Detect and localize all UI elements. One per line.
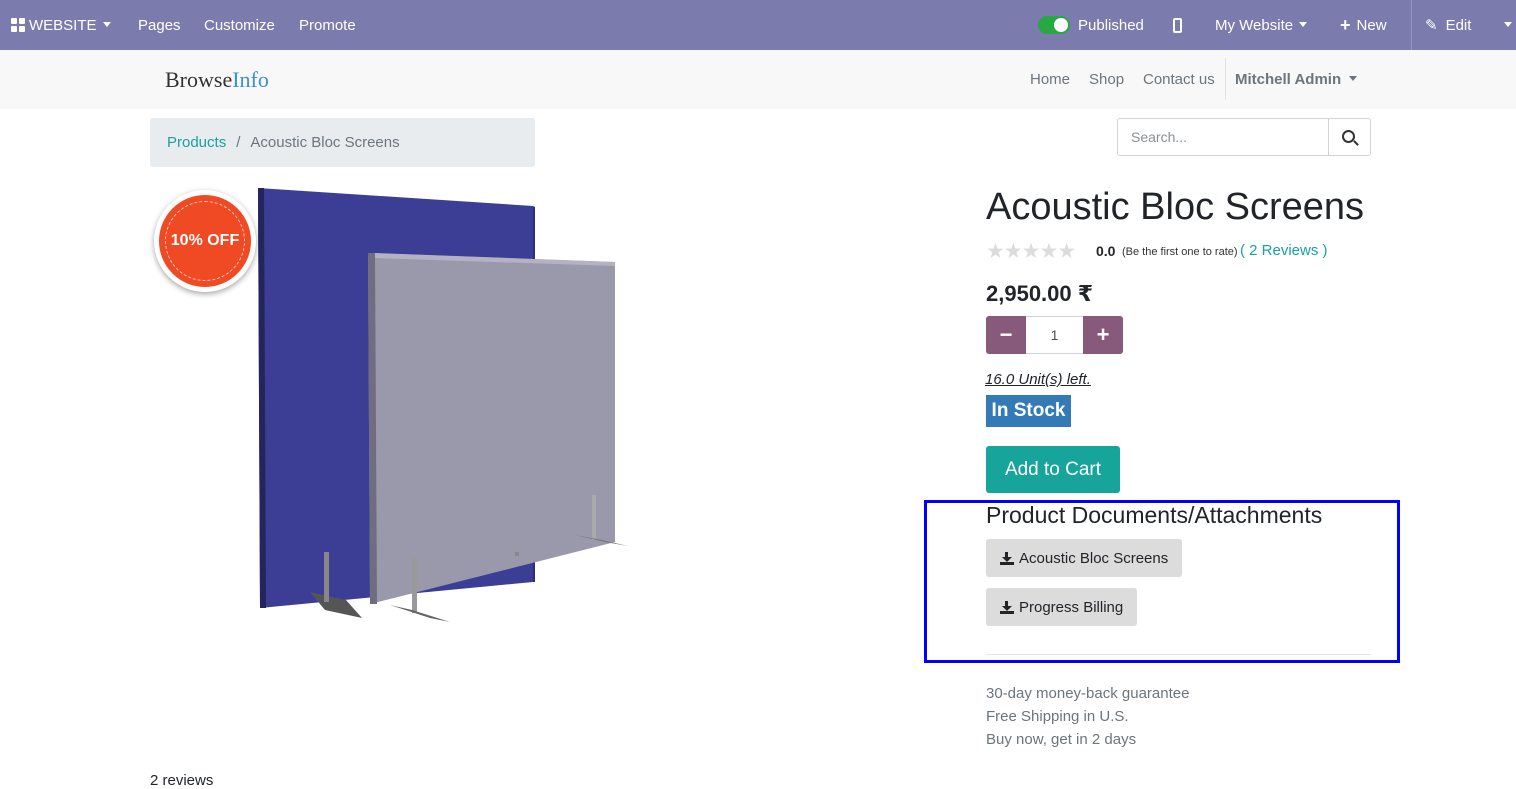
chevron-down-icon — [1299, 21, 1308, 27]
download-icon — [1000, 600, 1014, 614]
customize-menu[interactable]: Customize — [204, 0, 275, 50]
pages-menu[interactable]: Pages — [138, 0, 181, 50]
stock-status-badge: In Stock — [986, 395, 1071, 427]
published-toggle[interactable]: Published — [1038, 0, 1144, 50]
pencil-icon: ✎ — [1425, 17, 1438, 34]
my-website-label: My Website — [1215, 16, 1294, 34]
reviews-count: 2 reviews — [150, 772, 214, 789]
nav-shop[interactable]: Shop — [1089, 71, 1124, 88]
quantity-stepper: − + — [986, 316, 1123, 354]
admin-bar: WEBSITE Pages Customize Promote Publishe… — [0, 0, 1516, 50]
document-label: Acoustic Bloc Screens — [1019, 549, 1169, 567]
document-download-button[interactable]: Progress Billing — [986, 588, 1138, 626]
product-search — [1117, 118, 1371, 156]
new-label: New — [1356, 16, 1387, 34]
quantity-input[interactable] — [1026, 316, 1083, 354]
product-price: 2,950.00 ₹ — [986, 281, 1094, 306]
rating-stars-icon[interactable]: ★★★★★ — [986, 239, 1076, 264]
breadcrumb-products-link[interactable]: Products — [167, 134, 226, 151]
promote-menu[interactable]: Promote — [299, 0, 356, 50]
chevron-down-icon — [1504, 21, 1512, 27]
perk-item: Buy now, get in 2 days — [986, 731, 1137, 748]
document-label: Progress Billing — [1019, 598, 1124, 616]
website-menu-label: WEBSITE — [29, 16, 97, 34]
site-header: BrowseInfo Home Shop Contact us Mitchell… — [0, 50, 1516, 109]
decrease-quantity-button[interactable]: − — [986, 316, 1026, 354]
search-button[interactable] — [1328, 119, 1370, 155]
download-icon — [1000, 551, 1014, 565]
product-title: Acoustic Bloc Screens — [986, 186, 1365, 228]
nav-contact-us[interactable]: Contact us — [1143, 71, 1215, 88]
search-input[interactable] — [1118, 119, 1329, 155]
reviews-link[interactable]: ( 2 Reviews ) — [1240, 242, 1328, 259]
divider — [1225, 58, 1226, 100]
mobile-phone-icon — [1173, 17, 1182, 33]
nav-home[interactable]: Home — [1030, 71, 1070, 88]
logo-text-info: Info — [232, 67, 269, 92]
logo-text-browse: Browse — [165, 67, 233, 92]
plus-icon: + — [1340, 14, 1351, 35]
site-logo[interactable]: BrowseInfo — [165, 67, 269, 93]
user-menu[interactable]: Mitchell Admin — [1235, 71, 1358, 88]
published-label: Published — [1078, 16, 1144, 34]
website-menu[interactable]: WEBSITE — [11, 0, 111, 50]
minus-icon: − — [999, 322, 1013, 347]
plus-icon: + — [1096, 322, 1110, 347]
user-name: Mitchell Admin — [1235, 71, 1342, 88]
apps-grid-icon — [11, 18, 25, 32]
search-icon — [1342, 129, 1356, 143]
chevron-down-icon — [1349, 76, 1358, 81]
add-to-cart-button[interactable]: Add to Cart — [986, 446, 1120, 493]
perk-item: Free Shipping in U.S. — [986, 708, 1129, 725]
discount-badge-label: 10% OFF — [159, 195, 251, 287]
perk-item: 30-day money-back guarantee — [986, 685, 1190, 702]
new-button[interactable]: + New — [1340, 0, 1387, 50]
document-download-button[interactable]: Acoustic Bloc Screens — [986, 539, 1183, 577]
rating-value: 0.0 — [1096, 243, 1116, 259]
edit-button[interactable]: ✎ Edit — [1425, 0, 1471, 50]
divider — [986, 654, 1371, 655]
toggle-switch-icon — [1038, 16, 1070, 34]
my-website-menu[interactable]: My Website — [1215, 0, 1308, 50]
breadcrumb: Products / Acoustic Bloc Screens — [150, 118, 535, 167]
documents-title: Product Documents/Attachments — [986, 502, 1323, 528]
divider — [1411, 0, 1412, 50]
increase-quantity-button[interactable]: + — [1083, 316, 1123, 354]
chevron-down-icon — [102, 21, 111, 27]
mobile-preview-button[interactable] — [1173, 0, 1182, 50]
edit-dropdown-toggle[interactable] — [1498, 0, 1512, 50]
rating-note: (Be the first one to rate) — [1122, 246, 1238, 258]
discount-badge: 10% OFF — [154, 190, 256, 292]
breadcrumb-current: Acoustic Bloc Screens — [250, 134, 400, 151]
units-left: 16.0 Unit(s) left. — [985, 371, 1091, 388]
edit-label: Edit — [1445, 16, 1472, 34]
breadcrumb-separator: / — [236, 134, 241, 151]
